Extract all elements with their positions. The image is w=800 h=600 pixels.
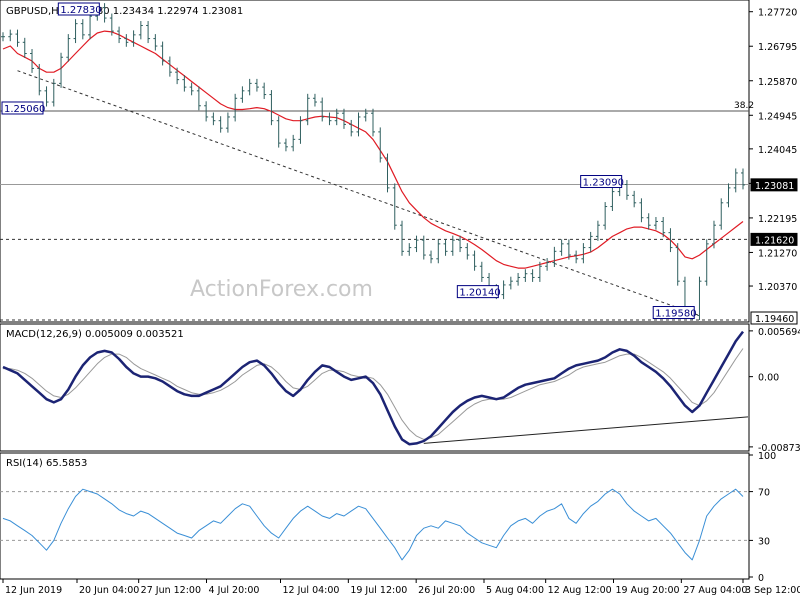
x-tick-label: 3 Sep 12:00 <box>745 585 800 596</box>
price-tag-label: 1.21620 <box>755 235 794 246</box>
x-tick-label: 26 Jul 20:00 <box>418 585 475 596</box>
x-tick-label: 27 Jun 12:00 <box>141 585 201 596</box>
macd-series <box>2 330 744 446</box>
rsi-y-tick-label: 0 <box>758 573 764 584</box>
rsi-levels <box>0 491 749 541</box>
price-tag-label: 1.23081 <box>755 181 794 192</box>
rsi-panel: RSI(14) 65.5853 <box>0 452 750 580</box>
x-tick-label: 12 Jul 04:00 <box>283 585 340 596</box>
rsi-y-tick-label: 30 <box>758 536 770 547</box>
x-tick-label: 19 Jul 12:00 <box>350 585 407 596</box>
macd-line <box>2 330 744 446</box>
price-panel: GBPUSD,H4 1.23280 1.23434 1.22974 1.2308… <box>0 0 754 323</box>
price-annotations: 1.27830 1.25060 1.23090 1.20140 1.19580 <box>1 2 697 320</box>
macd-y-tick-label: 0.00 <box>758 373 779 384</box>
price-y-tick-label: 1.21270 <box>758 248 797 259</box>
x-tick-label: 27 Aug 04:00 <box>683 585 747 596</box>
price-y-tick-label: 1.24045 <box>758 145 797 156</box>
rsi-series <box>2 488 744 561</box>
macd-trendline-line <box>423 416 749 444</box>
x-tick-label: 12 Aug 12:00 <box>548 585 612 596</box>
price-y-tick-label: 1.22195 <box>758 214 797 225</box>
price-annotation-label: 1.25060 <box>4 104 45 115</box>
x-tick-label: 19 Aug 20:00 <box>616 585 680 596</box>
price-y-tick-label: 1.27720 <box>758 8 797 19</box>
watermark: ActionForex.com <box>190 277 373 302</box>
price-y-tick-label: 1.25870 <box>758 77 797 88</box>
x-tick-label: 5 Aug 04:00 <box>486 585 544 596</box>
price-panel-frame <box>0 0 750 323</box>
price-annotation-label: 1.23090 <box>583 178 624 189</box>
price-series <box>1 3 745 320</box>
rsi-line <box>2 488 744 561</box>
rsi-panel-frame <box>0 452 750 580</box>
y-axes: 1.277201.267951.258701.249451.240451.231… <box>749 8 800 584</box>
rsi-y-tick-label: 70 <box>758 488 770 499</box>
macd-y-tick-label: 0.005694 <box>758 327 800 338</box>
moving-average-line <box>2 30 744 269</box>
price-annotation-label: 1.19580 <box>655 309 696 320</box>
rsi-y-tick-label: 100 <box>758 451 776 462</box>
price-y-tick-label: 1.26795 <box>758 42 797 53</box>
x-axis: 12 Jun 2019 20 Jun 04:00 27 Jun 12:00 4 Jul… <box>2 579 800 596</box>
chart-canvas: GBPUSD,H4 1.23280 1.23434 1.22974 1.2308… <box>0 0 800 596</box>
price-y-tick-label: 1.24945 <box>758 111 797 122</box>
x-tick-label: 12 Jun 2019 <box>5 585 62 596</box>
price-annotation-label: 1.20140 <box>459 288 500 299</box>
macd-panel: MACD(12,26,9) 0.005009 0.003521 <box>0 323 750 452</box>
macd-signal-line <box>3 348 744 440</box>
macd-panel-header: MACD(12,26,9) 0.005009 0.003521 <box>6 329 184 340</box>
x-tick-label: 4 Jul 20:00 <box>209 585 260 596</box>
x-tick-label: 20 Jun 04:00 <box>79 585 139 596</box>
fib-label: 38.2 <box>734 101 754 111</box>
price-tag-label: 1.19460 <box>755 314 794 325</box>
price-annotation-label: 1.27830 <box>60 5 101 16</box>
price-y-tick-label: 1.20370 <box>758 282 797 293</box>
rsi-panel-header: RSI(14) 65.5853 <box>6 458 87 469</box>
macd-trendline <box>423 416 749 444</box>
price-panel-header: GBPUSD,H4 1.23280 1.23434 1.22974 1.2308… <box>6 6 243 17</box>
